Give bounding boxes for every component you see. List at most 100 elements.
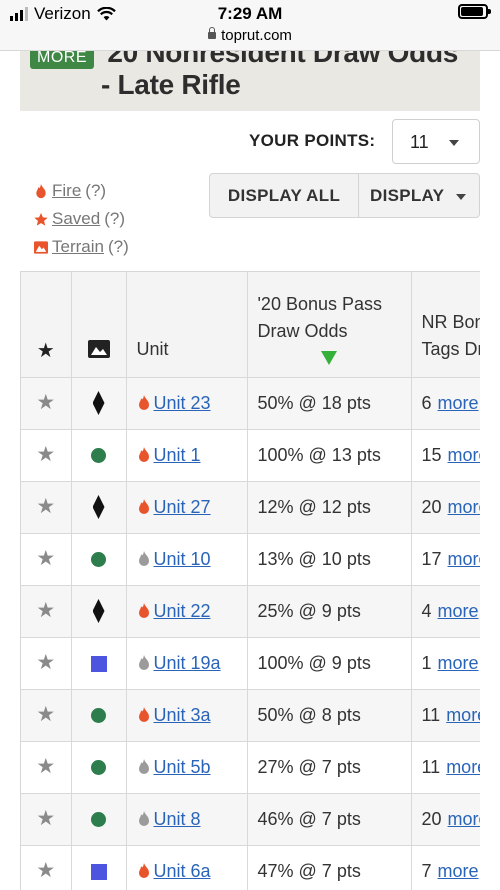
unit-link[interactable]: Unit 3a [154, 705, 211, 726]
terrain-diamond-icon [92, 599, 105, 623]
terrain-square-icon [90, 863, 107, 880]
points-label: YOUR POINTS: [249, 131, 376, 150]
unit-link[interactable]: Unit 1 [154, 445, 201, 466]
tags-cell: 4 more [411, 585, 480, 638]
save-star-cell[interactable]: ★ [21, 377, 72, 430]
save-star-cell[interactable]: ★ [21, 741, 72, 794]
more-badge[interactable]: MORE [30, 51, 94, 69]
unit-cell: Unit 5b [126, 741, 248, 794]
star-icon[interactable]: ★ [36, 703, 55, 726]
col-unit[interactable]: Unit [126, 272, 248, 378]
unit-cell: Unit 6a [126, 845, 248, 890]
save-star-cell[interactable]: ★ [21, 637, 72, 690]
unit-link[interactable]: Unit 10 [154, 549, 211, 570]
unit-cell: Unit 10 [126, 533, 248, 586]
terrain-cell [71, 793, 127, 846]
unit-link[interactable]: Unit 19a [154, 653, 221, 674]
odds-value: 100% @ 13 pts [257, 444, 381, 465]
star-icon[interactable]: ★ [36, 651, 55, 674]
draw-odds-table-wrapper[interactable]: ★ Unit '20 Bonus Pass Draw Odds NR Bonus… [20, 271, 480, 890]
table-row: ★ Unit 22 25% @ 9 pts 4 more [21, 585, 480, 638]
terrain-circle-icon [91, 760, 106, 776]
col-bonus-label-2: Draw Odds [257, 320, 348, 341]
saved-link[interactable]: Saved [52, 209, 100, 229]
save-star-cell[interactable]: ★ [21, 585, 72, 638]
more-link[interactable]: more [438, 393, 479, 413]
tags-value: 20 [421, 808, 442, 829]
terrain-icon [34, 240, 48, 254]
odds-value: 50% @ 18 pts [257, 392, 371, 413]
saved-help[interactable]: (?) [104, 209, 125, 229]
more-link[interactable]: more [438, 861, 479, 881]
odds-cell: 47% @ 7 pts [247, 845, 412, 890]
table-header-row: ★ Unit '20 Bonus Pass Draw Odds NR Bonus… [21, 272, 481, 378]
save-star-cell[interactable]: ★ [21, 533, 72, 586]
tags-cell: 17 more [411, 533, 480, 586]
legend-fire: Fire (?) [34, 177, 129, 205]
table-row: ★ Unit 8 46% @ 7 pts 20 more [21, 793, 480, 846]
odds-cell: 13% @ 10 pts [247, 533, 412, 586]
tags-cell: 20 more [411, 793, 480, 846]
col-bonus-label-1: '20 Bonus Pass [257, 293, 383, 314]
unit-cell: Unit 8 [126, 793, 248, 846]
unit-link[interactable]: Unit 27 [154, 497, 211, 518]
unit-link[interactable]: Unit 23 [154, 393, 211, 414]
address-bar[interactable]: toprut.com [0, 26, 500, 51]
fire-link[interactable]: Fire [52, 181, 81, 201]
status-bar: Verizon 7:29 AM [0, 0, 500, 27]
odds-value: 27% @ 7 pts [257, 756, 361, 777]
terrain-link[interactable]: Terrain [52, 237, 104, 257]
more-link[interactable]: more [448, 445, 480, 465]
star-icon[interactable]: ★ [36, 599, 55, 622]
more-link[interactable]: more [448, 549, 480, 569]
star-icon[interactable]: ★ [36, 807, 55, 830]
sort-desc-icon [320, 350, 337, 365]
more-link[interactable]: more [446, 757, 480, 777]
col-nr-tags[interactable]: NR Bonus Tags Drawn [411, 272, 481, 378]
col-tags-label-1: NR Bonus [421, 311, 481, 332]
save-star-cell[interactable]: ★ [21, 481, 72, 534]
points-value: 11 [410, 132, 429, 152]
star-icon[interactable]: ★ [36, 755, 55, 778]
odds-value: 13% @ 10 pts [257, 548, 371, 569]
more-link[interactable]: more [446, 705, 480, 725]
odds-cell: 50% @ 18 pts [247, 377, 412, 430]
star-icon[interactable]: ★ [36, 443, 55, 466]
more-link[interactable]: more [448, 809, 480, 829]
save-star-cell[interactable]: ★ [21, 689, 72, 742]
star-icon[interactable]: ★ [36, 547, 55, 570]
star-icon[interactable]: ★ [36, 859, 55, 882]
terrain-help[interactable]: (?) [108, 237, 129, 257]
odds-cell: 25% @ 9 pts [247, 585, 412, 638]
col-bonus-odds[interactable]: '20 Bonus Pass Draw Odds [247, 272, 412, 378]
save-star-cell[interactable]: ★ [21, 429, 72, 482]
col-terrain[interactable] [71, 272, 127, 378]
odds-value: 50% @ 8 pts [257, 704, 361, 725]
unit-link[interactable]: Unit 8 [154, 809, 201, 830]
lock-icon [208, 26, 217, 39]
unit-link[interactable]: Unit 22 [154, 601, 211, 622]
display-all-button[interactable]: DISPLAY ALL [210, 174, 359, 217]
display-menu-button[interactable]: DISPLAY [359, 174, 479, 217]
points-select[interactable]: 11 [392, 119, 480, 164]
star-icon: ★ [36, 339, 55, 362]
fire-icon [138, 707, 149, 722]
col-unit-label: Unit [136, 338, 169, 359]
star-icon[interactable]: ★ [36, 391, 55, 414]
save-star-cell[interactable]: ★ [21, 845, 72, 890]
unit-link[interactable]: Unit 6a [154, 861, 211, 882]
tags-value: 17 [421, 548, 442, 569]
star-icon[interactable]: ★ [36, 495, 55, 518]
save-star-cell[interactable]: ★ [21, 793, 72, 846]
unit-link[interactable]: Unit 5b [154, 757, 211, 778]
fire-icon [138, 863, 149, 878]
fire-icon [138, 603, 149, 618]
fire-help[interactable]: (?) [85, 181, 106, 201]
col-saved[interactable]: ★ [21, 272, 72, 378]
more-link[interactable]: more [438, 653, 479, 673]
more-link[interactable]: more [448, 497, 480, 517]
tags-value: 4 [421, 600, 432, 621]
fire-icon [138, 759, 149, 774]
more-link[interactable]: more [438, 601, 479, 621]
tags-value: 6 [421, 392, 432, 413]
